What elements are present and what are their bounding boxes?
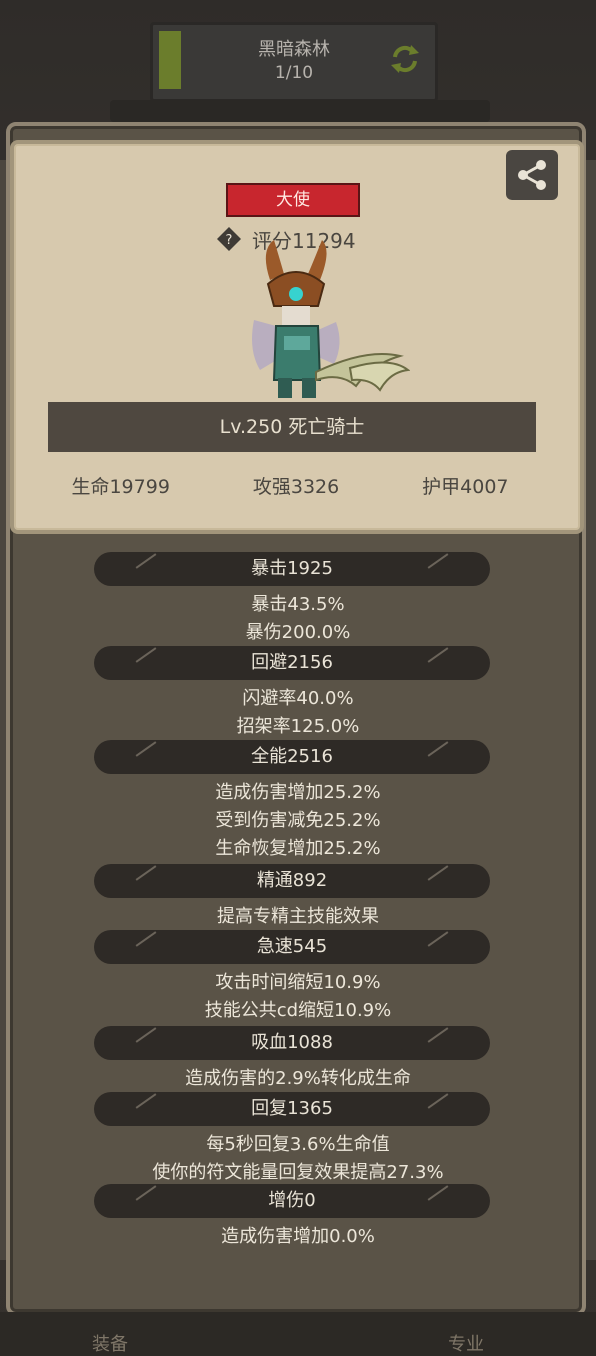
stat-line: 受到伤害减免25.2% bbox=[215, 810, 381, 831]
stat-header-mastery: 精通892 bbox=[94, 864, 490, 898]
stat-line: 生命恢复增加25.2% bbox=[215, 838, 381, 859]
stat-health: 生命19799 bbox=[71, 476, 170, 498]
main-stats: 生命19799 攻强3326 护甲4007 bbox=[30, 472, 550, 499]
stat-header-avoidance: 回避2156 bbox=[94, 646, 490, 680]
stat-line: 攻击时间缩短10.9% bbox=[215, 972, 381, 993]
stat-line: 造成伤害的2.9%转化成生命 bbox=[185, 1068, 411, 1089]
svg-text:?: ? bbox=[226, 233, 233, 248]
stat-line: 造成伤害增加25.2% bbox=[215, 782, 381, 803]
stat-line: 提高专精主技能效果 bbox=[217, 906, 379, 927]
help-icon[interactable]: ? bbox=[216, 226, 242, 252]
stat-header-damage-increase: 增伤0 bbox=[94, 1184, 490, 1218]
stat-line: 每5秒回复3.6%生命值 bbox=[206, 1134, 390, 1155]
header-strip bbox=[110, 100, 490, 122]
hero-portrait bbox=[252, 240, 410, 398]
bottom-tab-bar: 装备 专业 bbox=[0, 1312, 596, 1356]
stat-header-versatility: 全能2516 bbox=[94, 740, 490, 774]
stat-line: 造成伤害增加0.0% bbox=[221, 1226, 375, 1247]
rank-badge: 大使 bbox=[226, 183, 360, 217]
stat-line: 技能公共cd缩短10.9% bbox=[204, 1000, 392, 1021]
hero-name-level: Lv.250 死亡骑士 bbox=[48, 402, 536, 452]
tab-equipment[interactable]: 装备 bbox=[92, 1330, 128, 1356]
stat-header-crit: 暴击1925 bbox=[94, 552, 490, 586]
location-bar: 黑暗森林 1/10 bbox=[150, 22, 438, 102]
stat-line: 暴伤200.0% bbox=[245, 622, 351, 643]
stat-armor: 护甲4007 bbox=[422, 476, 509, 498]
stat-header-lifesteal: 吸血1088 bbox=[94, 1026, 490, 1060]
stat-line: 暴击43.5% bbox=[251, 594, 345, 615]
tab-profession[interactable]: 专业 bbox=[448, 1330, 484, 1356]
share-icon bbox=[518, 160, 546, 190]
share-button[interactable] bbox=[506, 150, 558, 200]
stat-header-haste: 急速545 bbox=[94, 930, 490, 964]
stat-header-regeneration: 回复1365 bbox=[94, 1092, 490, 1126]
stat-attack-power: 攻强3326 bbox=[252, 476, 340, 498]
stat-line: 招架率125.0% bbox=[236, 716, 360, 737]
stat-line: 闪避率40.0% bbox=[242, 688, 354, 709]
stat-line: 使你的符文能量回复效果提高27.3% bbox=[152, 1162, 444, 1183]
refresh-icon[interactable] bbox=[387, 41, 423, 77]
